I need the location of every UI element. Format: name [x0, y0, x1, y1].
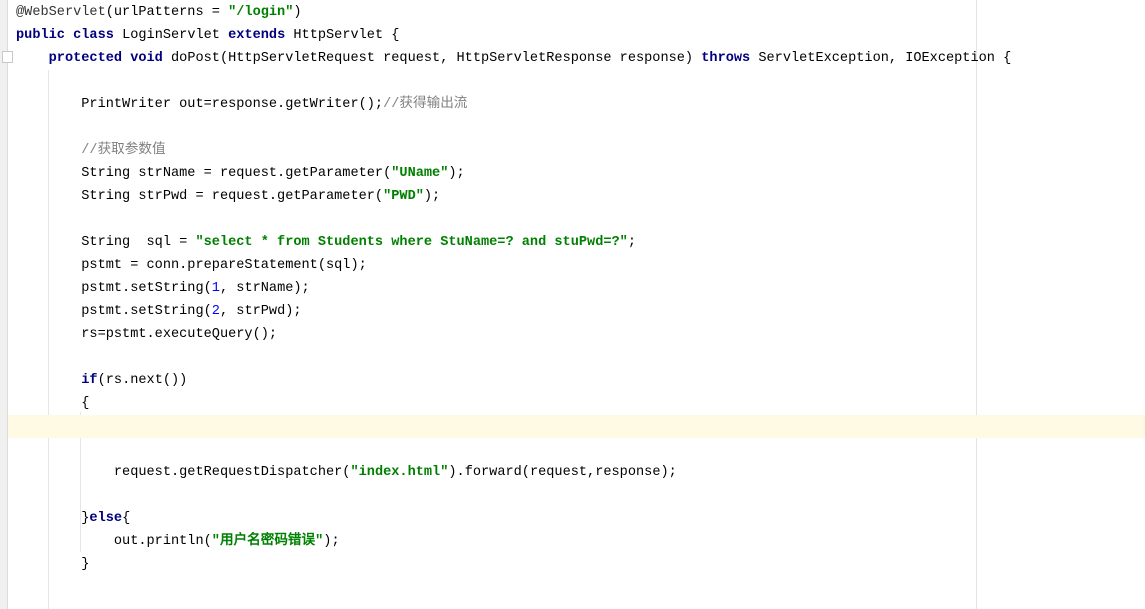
fold-toggle-icon[interactable] [2, 51, 13, 63]
code-line[interactable] [16, 346, 1145, 369]
code-line[interactable]: if(rs.next()) [16, 369, 1145, 392]
code-line[interactable]: String strName = request.getParameter("U… [16, 162, 1145, 185]
code-token-plain: String strName = request.getParameter( [16, 166, 392, 181]
code-line[interactable]: String strPwd = request.getParameter("PW… [16, 185, 1145, 208]
code-token-kw: extends [228, 28, 294, 43]
code-token-plain: request.getRequestDispatcher( [16, 465, 351, 480]
code-token-num: 1 [211, 281, 220, 296]
code-line[interactable] [16, 438, 1145, 461]
code-token-plain: (rs.next()) [97, 373, 188, 388]
code-token-kw: throws [701, 51, 759, 66]
code-token-plain: String sql = [16, 235, 196, 250]
code-token-plain: { [122, 511, 131, 526]
code-line[interactable]: } [16, 553, 1145, 576]
editor-gutter[interactable] [0, 0, 8, 609]
code-token-str: "PWD" [383, 189, 424, 204]
code-line[interactable]: pstmt = conn.prepareStatement(sql); [16, 254, 1145, 277]
code-token-str: "index.html" [350, 465, 449, 480]
code-line[interactable]: public class LoginServlet extends HttpSe… [16, 24, 1145, 47]
code-token-num: 2 [211, 304, 220, 319]
code-token-str: "用户名密码错误" [211, 534, 324, 549]
code-token-plain: } [16, 511, 90, 526]
code-line[interactable]: String sql = "select * from Students whe… [16, 231, 1145, 254]
code-token-plain: String strPwd = request.getParameter( [16, 189, 384, 204]
code-token-plain: , strPwd); [219, 304, 302, 319]
code-token-plain: PrintWriter out=response.getWriter(); [16, 97, 384, 112]
current-code-line[interactable] [8, 415, 1145, 438]
code-token-plain: LoginServlet [122, 28, 229, 43]
code-token-ann: @WebServlet [16, 5, 106, 20]
code-line[interactable] [16, 70, 1145, 93]
code-token-plain: ).forward(request,response); [448, 465, 677, 480]
code-token-kw: protected void [16, 51, 171, 66]
code-token-plain: HttpServlet { [293, 28, 400, 43]
code-editor[interactable]: @WebServlet(urlPatterns = "/login") publi… [8, 1, 1145, 599]
code-token-kw: else [89, 511, 123, 526]
code-line[interactable]: }else{ [16, 507, 1145, 530]
code-token-plain: ServletException, IOException { [758, 51, 1012, 66]
code-token-plain: ); [323, 534, 340, 549]
code-token-plain: rs=pstmt.executeQuery(); [16, 327, 278, 342]
code-token-str: "UName" [391, 166, 449, 181]
code-token-plain: (urlPatterns = [105, 5, 229, 20]
code-token-plain: ; [627, 235, 636, 250]
code-token-kw: if [81, 373, 98, 388]
code-line[interactable]: pstmt.setString(2, strPwd); [16, 300, 1145, 323]
code-token-str: "select * from Students where StuName=? … [195, 235, 628, 250]
code-token-plain: doPost(HttpServletRequest request, HttpS… [171, 51, 702, 66]
code-line[interactable] [16, 484, 1145, 507]
code-token-plain: pstmt.setString( [16, 304, 212, 319]
code-line[interactable]: { [16, 392, 1145, 415]
code-token-kw: public class [16, 28, 123, 43]
code-line[interactable]: protected void doPost(HttpServletRequest… [16, 47, 1145, 70]
code-token-plain: pstmt = conn.prepareStatement(sql); [16, 258, 367, 273]
code-token-plain: } [16, 557, 90, 572]
code-token-plain: ); [448, 166, 465, 181]
code-token-plain: ); [423, 189, 441, 204]
code-token-plain: , strName); [219, 281, 310, 296]
code-token-plain: ) [293, 5, 302, 20]
code-line[interactable]: request.getRequestDispatcher("index.html… [16, 461, 1145, 484]
code-line[interactable]: rs=pstmt.executeQuery(); [16, 323, 1145, 346]
code-token-cmt: //获取参数值 [16, 143, 166, 158]
code-line[interactable] [16, 208, 1145, 231]
code-token-plain: { [16, 396, 90, 411]
code-token-str: "/login" [228, 5, 294, 20]
code-token-plain: pstmt.setString( [16, 281, 212, 296]
code-token-cmt: //获得输出流 [383, 97, 468, 112]
code-line[interactable] [16, 116, 1145, 139]
code-line[interactable]: pstmt.setString(1, strName); [16, 277, 1145, 300]
code-line[interactable]: PrintWriter out=response.getWriter();//获… [16, 93, 1145, 116]
code-line[interactable]: //获取参数值 [16, 139, 1145, 162]
code-line[interactable]: out.println("用户名密码错误"); [16, 530, 1145, 553]
code-line[interactable]: @WebServlet(urlPatterns = "/login") [16, 1, 1145, 24]
code-token-plain: out.println( [16, 534, 212, 549]
code-line[interactable] [16, 576, 1145, 599]
